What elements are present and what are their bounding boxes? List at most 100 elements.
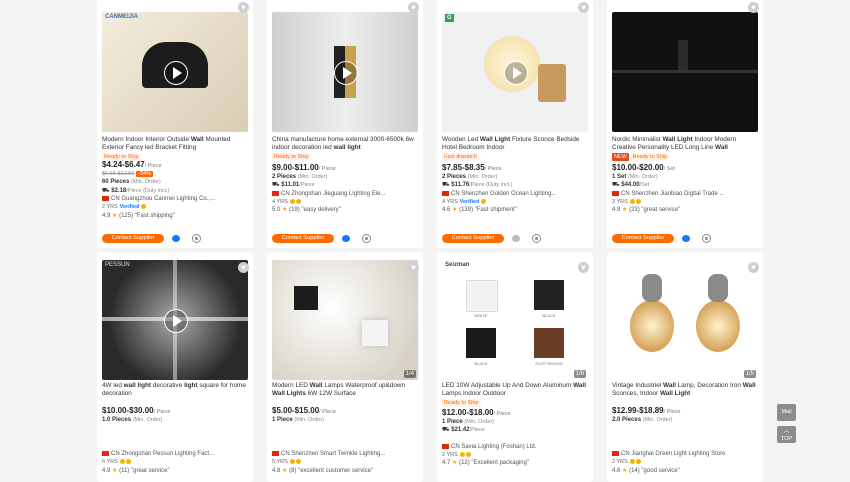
product-card[interactable]: G ♥ Wooden Led Wall Light Fixture Sconce… [437, 0, 593, 248]
contact-supplier-button[interactable]: Contact Supplier [102, 234, 164, 243]
supplier-name[interactable]: Shenzhen Smart Twinkle Lighting... [291, 451, 385, 457]
product-image[interactable]: 1/4 [272, 260, 418, 380]
brand-logo: Seizman [445, 262, 470, 268]
star-icon: ★ [112, 467, 118, 474]
supplier-name[interactable]: Jianghai Green Light Lighting Store [631, 451, 725, 457]
product-card[interactable]: ♥ China manufacture home external 3000-6… [267, 0, 423, 248]
image-counter: 1/4 [403, 370, 416, 378]
verified-badge[interactable]: Verified [460, 199, 480, 205]
chat-icon[interactable] [512, 235, 520, 242]
ready-to-ship-tag: Ready to Ship [630, 152, 670, 161]
play-video-icon[interactable] [504, 61, 528, 85]
review-count[interactable]: (11) [119, 468, 129, 474]
review-count[interactable]: (125) [119, 213, 133, 219]
compare-icon[interactable] [362, 234, 371, 243]
product-card[interactable]: 1/5 ♥ Vintage Industriel Wall Lamp, Deco… [607, 252, 763, 482]
min-order-label: (Min. Order) [467, 174, 498, 181]
product-title[interactable]: 4W led wall light decorative light squar… [102, 382, 248, 399]
favorite-heart-icon[interactable]: ♥ [238, 262, 249, 273]
china-flag-icon [442, 190, 449, 196]
original-price: $5.65-$12.56 [102, 171, 135, 178]
supplier-name[interactable]: Savia Lighting (Foshan) Ltd. [461, 444, 536, 450]
supplier-years: 3 YRS [612, 199, 628, 206]
product-image[interactable]: Seizman WHITE BLACK BLACK RUST BROWN 1/6 [442, 260, 588, 380]
image-counter: 1/6 [573, 370, 586, 378]
feedback-button[interactable]: Mail [777, 404, 796, 421]
compare-icon[interactable] [702, 234, 711, 243]
review-count[interactable]: (8) [289, 468, 296, 474]
favorite-heart-icon[interactable]: ♥ [408, 262, 419, 273]
product-card[interactable]: 1/4 ♥ Modern LED Wall Lamps Waterproof u… [267, 252, 423, 482]
product-title[interactable]: Vintage Industriel Wall Lamp, Decoration… [612, 382, 758, 399]
lamp-white-shape [466, 280, 498, 312]
price-unit: / Piece [319, 408, 336, 415]
favorite-heart-icon[interactable]: ♥ [408, 2, 419, 13]
product-title[interactable]: Nordic Minimalist Wall Light Indoor Mode… [612, 136, 758, 153]
brand-logo: G [445, 14, 454, 22]
supplier-name[interactable]: Shenzhen Jianbiao Digital Trade ... [631, 191, 724, 197]
product-title[interactable]: Modern Indoor Interior Outside Wall Moun… [102, 136, 248, 153]
product-title[interactable]: LED 10W Adjustable Up And Down Aluminum … [442, 382, 588, 399]
review-count[interactable]: (14) [629, 468, 640, 474]
shipping-label: /Piece [299, 182, 315, 189]
bird-shape [642, 274, 662, 302]
product-card[interactable]: PESSUN ♥ 4W led wall light decorative li… [97, 252, 253, 482]
favorite-heart-icon[interactable]: ♥ [238, 2, 249, 13]
chat-icon[interactable] [682, 235, 690, 242]
country-code: CN [451, 190, 460, 197]
play-video-icon[interactable] [164, 61, 188, 85]
product-image[interactable]: PESSUN [102, 260, 248, 380]
review-text: "easy delivery" [301, 207, 341, 214]
supplier-years: 2 YRS [102, 204, 118, 211]
favorite-heart-icon[interactable]: ♥ [748, 262, 759, 273]
swatch-label: BLACK [474, 361, 488, 366]
new-badge: NEW [612, 152, 629, 161]
ready-to-ship-tag: Ready to Ship [272, 152, 311, 161]
medal-icon [296, 198, 302, 204]
product-image[interactable] [272, 12, 418, 132]
medal-icon [141, 204, 147, 210]
favorite-heart-icon[interactable]: ♥ [578, 2, 589, 13]
review-count[interactable]: (12) [459, 460, 470, 466]
favorite-heart-icon[interactable]: ♥ [578, 262, 589, 273]
contact-supplier-button[interactable]: Contact Supplier [612, 234, 674, 243]
price: $10.00-$20.00 [612, 162, 664, 172]
shipping-price: $2.18 [111, 187, 127, 194]
product-card[interactable]: CANMEIJIA ♥ Modern Indoor Interior Outsi… [97, 0, 253, 248]
review-count[interactable]: (19) [289, 207, 300, 213]
product-title[interactable]: China manufacture home external 3000-650… [272, 136, 418, 153]
favorite-heart-icon[interactable]: ♥ [748, 2, 759, 13]
lamp-shape [678, 40, 688, 70]
product-title[interactable]: Wooden Led Wall Light Fixture Sconce Bed… [442, 136, 588, 153]
contact-supplier-button[interactable]: Contact Supplier [442, 234, 504, 243]
chat-icon[interactable] [342, 235, 350, 242]
product-title[interactable]: Modern LED Wall Lamps Waterproof up&down… [272, 382, 418, 399]
price: $12.00-$18.00 [442, 407, 494, 417]
verified-badge[interactable]: Verified [120, 204, 140, 210]
product-details: Modern LED Wall Lamps Waterproof up&down… [272, 382, 418, 475]
contact-supplier-button[interactable]: Contact Supplier [272, 234, 334, 243]
image-counter: 1/5 [743, 370, 756, 378]
product-image[interactable]: 1/5 [612, 260, 758, 380]
compare-icon[interactable] [192, 234, 201, 243]
country-code: CN [281, 451, 290, 458]
supplier-name[interactable]: Zhongshan Pessun Lighting Fact... [121, 451, 214, 457]
play-video-icon[interactable] [164, 309, 188, 333]
lamp-globe-shape [630, 300, 674, 352]
product-image[interactable] [612, 12, 758, 132]
supplier-name[interactable]: Zhongshan Jieguang Lighting Ele... [291, 191, 385, 197]
product-image[interactable]: G [442, 12, 588, 132]
supplier-name[interactable]: Shenzhen Golden Ocean Lighting... [461, 191, 556, 197]
supplier-name[interactable]: Guangzhou Canmei Lighting Co.,... [121, 196, 215, 202]
product-card[interactable]: ♥ Nordic Minimalist Wall Light Indoor Mo… [607, 0, 763, 248]
review-count[interactable]: (23) [629, 207, 640, 213]
product-image[interactable]: CANMEIJIA [102, 12, 248, 132]
play-video-icon[interactable] [334, 61, 358, 85]
compare-icon[interactable] [532, 234, 541, 243]
chat-icon[interactable] [172, 235, 180, 242]
review-count[interactable]: (139) [459, 207, 473, 213]
min-order-qty: 60 Pieces [102, 179, 130, 186]
back-to-top-button[interactable]: ︿ TOP [777, 426, 796, 443]
product-card[interactable]: Seizman WHITE BLACK BLACK RUST BROWN 1/6… [437, 252, 593, 482]
medal-icon [119, 459, 125, 465]
